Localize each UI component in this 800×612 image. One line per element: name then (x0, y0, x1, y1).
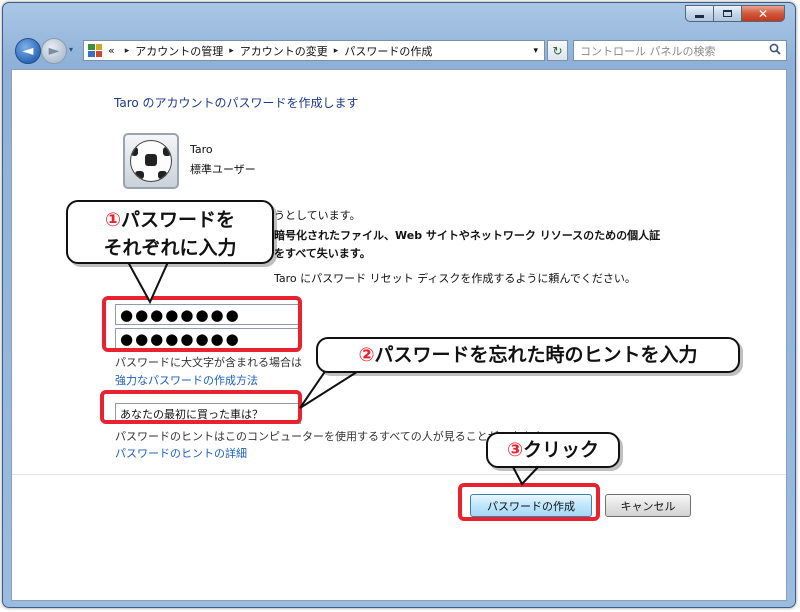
callout-step-number: ① (104, 209, 122, 231)
callout-tails (126, 259, 543, 486)
callout-enter-passwords: ①パスワードを それぞれに入力 (66, 200, 274, 264)
callout-text: パスワードを (121, 209, 236, 231)
callout-enter-hint: ②パスワードを忘れた時のヒントを入力 (316, 337, 740, 373)
callout-step-number: ③ (506, 439, 524, 461)
callout-text: パスワードを忘れた時のヒントを入力 (374, 344, 698, 366)
callout-step-number: ② (358, 344, 375, 366)
callout-click: ③クリック (486, 432, 620, 468)
callout-text: クリック (523, 439, 600, 461)
callout-text: それぞれに入力 (103, 237, 237, 259)
